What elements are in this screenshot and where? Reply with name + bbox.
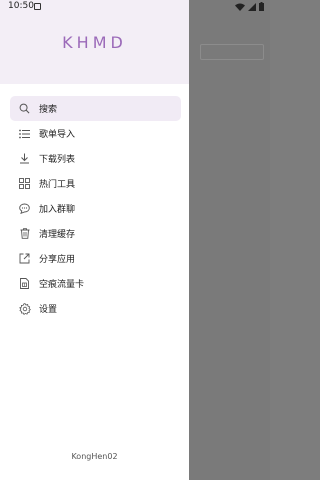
background-search-field bbox=[200, 44, 264, 60]
menu-item-settings[interactable]: 设置 bbox=[0, 296, 189, 321]
menu-item-label: 热门工具 bbox=[39, 180, 76, 190]
menu-item-clear-cache[interactable]: 清理缓存 bbox=[0, 221, 189, 246]
menu-item-label: 搜索 bbox=[39, 105, 58, 115]
list-icon bbox=[18, 127, 31, 140]
notification-app-icon bbox=[34, 3, 41, 10]
footer-author: KongHen02 bbox=[71, 452, 118, 461]
menu-item-downloads[interactable]: 下载列表 bbox=[0, 146, 189, 171]
navigation-drawer: KHMD 搜索 歌单导入 下载列表 热门工具 加入群聊 清理缓存 分享应用 空痕… bbox=[0, 0, 189, 480]
menu-item-label: 加入群聊 bbox=[39, 205, 76, 215]
menu-item-label: 清理缓存 bbox=[39, 230, 76, 240]
sim-card-icon bbox=[18, 277, 31, 290]
menu-item-label: 下载列表 bbox=[39, 155, 76, 165]
status-icons bbox=[235, 2, 264, 11]
menu-item-label: 设置 bbox=[39, 305, 58, 315]
menu-item-playlist-import[interactable]: 歌单导入 bbox=[0, 121, 189, 146]
wifi-icon bbox=[235, 3, 245, 11]
menu-item-label: 歌单导入 bbox=[39, 130, 76, 140]
download-icon bbox=[18, 152, 31, 165]
signal-icon bbox=[248, 2, 256, 11]
menu-item-label: 分享应用 bbox=[39, 255, 76, 265]
drawer-menu: 搜索 歌单导入 下载列表 热门工具 加入群聊 清理缓存 分享应用 空痕流量卡 设… bbox=[0, 96, 189, 321]
status-time: 10:50 bbox=[8, 1, 34, 11]
status-bar: 10:50 bbox=[0, 0, 270, 14]
chat-icon bbox=[18, 202, 31, 215]
search-icon bbox=[18, 102, 31, 115]
menu-item-data-card[interactable]: 空痕流量卡 bbox=[0, 271, 189, 296]
trash-icon bbox=[18, 227, 31, 240]
gear-icon bbox=[18, 302, 31, 315]
menu-item-search[interactable]: 搜索 bbox=[10, 96, 181, 121]
battery-icon bbox=[259, 2, 264, 11]
menu-item-popular-tools[interactable]: 热门工具 bbox=[0, 171, 189, 196]
menu-item-share-app[interactable]: 分享应用 bbox=[0, 246, 189, 271]
app-title: KHMD bbox=[62, 33, 127, 52]
grid-icon bbox=[18, 177, 31, 190]
menu-item-join-group[interactable]: 加入群聊 bbox=[0, 196, 189, 221]
share-icon bbox=[18, 252, 31, 265]
menu-item-label: 空痕流量卡 bbox=[39, 280, 85, 290]
